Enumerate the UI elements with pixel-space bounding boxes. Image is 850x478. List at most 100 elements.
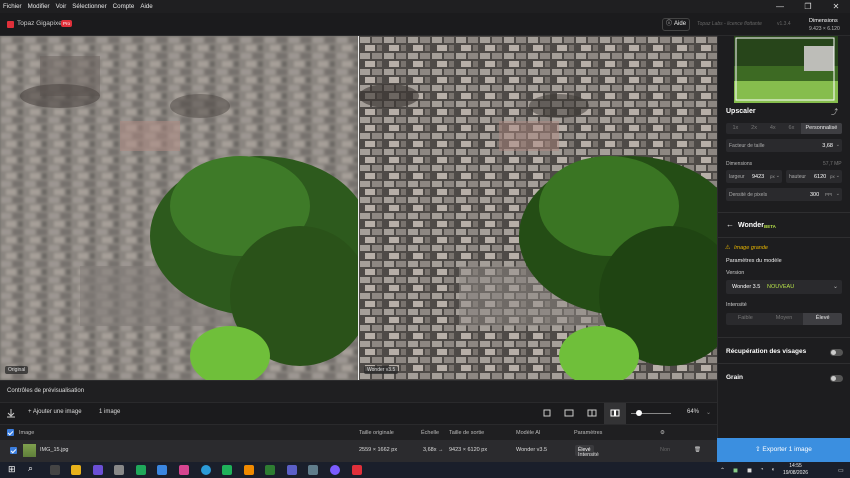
menu-voir[interactable]: Voir <box>53 3 70 10</box>
scale-option-4x[interactable]: 4x <box>763 123 782 134</box>
app-icon[interactable] <box>308 465 318 475</box>
single-view-icon[interactable] <box>564 408 574 418</box>
app-icon[interactable] <box>136 465 146 475</box>
close-button[interactable]: ✕ <box>822 0 850 13</box>
task-view-icon[interactable] <box>50 465 60 475</box>
topaz-gigapixel-icon[interactable] <box>352 465 362 475</box>
zoom-level[interactable]: 64% <box>687 409 699 415</box>
menu-modifier[interactable]: Modifier <box>25 3 53 10</box>
width-value: 9423 <box>752 173 765 180</box>
vlc-icon[interactable] <box>244 465 254 475</box>
teams-icon[interactable] <box>287 465 297 475</box>
zoom-dropdown-icon[interactable]: ⌄ <box>706 409 711 416</box>
pixel-density-field[interactable]: Densité de pixels 300 PPI ⌄ <box>726 188 842 201</box>
volume-icon[interactable]: ◖ <box>771 467 775 473</box>
search-icon[interactable]: ⌕ <box>28 463 38 473</box>
intensity-low[interactable]: Faible <box>726 313 765 325</box>
table-header: Image Taille originale Échelle Taille de… <box>0 424 717 440</box>
tray-app-icon[interactable]: ◼ <box>733 467 738 474</box>
import-icon[interactable] <box>6 408 16 418</box>
app-icon[interactable] <box>93 465 103 475</box>
side-by-side-view-button[interactable] <box>604 403 626 424</box>
info-icon: ⓘ <box>666 21 673 27</box>
navigator-image <box>734 36 838 103</box>
back-arrow-icon[interactable]: ← <box>726 220 734 229</box>
tray-chevron-icon[interactable]: ⌃ <box>720 467 725 474</box>
scale-option-6x[interactable]: 6x <box>782 123 801 134</box>
preview-toolbar: + Ajouter une image 1 image 64% ⌄ <box>0 402 717 424</box>
zoom-slider-handle[interactable] <box>636 410 642 416</box>
minimize-button[interactable]: — <box>766 0 794 13</box>
scale-factor-field[interactable]: Facteur de taille 3,68 ⌄ <box>726 139 842 152</box>
navigator-thumbnail[interactable] <box>734 36 838 103</box>
notifications-icon[interactable]: ▭ <box>838 467 844 474</box>
col-scale: Échelle <box>421 430 440 436</box>
grain-toggle[interactable] <box>830 375 843 382</box>
version-text: v1.3.4 <box>777 21 791 27</box>
row-original-size: 2559 × 1662 px <box>359 447 398 453</box>
row-extra: Non <box>660 447 671 453</box>
intensity-label: Intensité <box>726 302 747 308</box>
select-all-checkbox[interactable] <box>7 429 14 436</box>
scale-option-2x[interactable]: 2x <box>745 123 764 134</box>
settings-col-icon: ⚙ <box>660 430 665 436</box>
fit-screen-icon[interactable] <box>542 408 552 418</box>
app-icon[interactable] <box>222 465 232 475</box>
preview-area[interactable]: Original Wonder v3.5 <box>0 36 717 380</box>
scale-factor-stepper-icon[interactable]: ⌄ <box>836 142 840 148</box>
app-icon[interactable] <box>179 465 189 475</box>
network-icon[interactable]: ◔ <box>760 467 764 473</box>
height-field[interactable]: hauteur 6120 px ⌄ <box>786 170 842 183</box>
add-image-button[interactable]: + Ajouter une image <box>28 409 82 415</box>
help-button[interactable]: ⓘ Aide <box>662 18 690 31</box>
enhanced-label: Wonder v3.5 <box>364 366 399 374</box>
app-icon[interactable] <box>265 465 275 475</box>
menu-fichier[interactable]: Fichier <box>0 3 25 10</box>
face-recovery-toggle[interactable] <box>830 349 843 356</box>
row-checkbox[interactable] <box>10 447 17 454</box>
version-label: Version <box>726 270 745 276</box>
split-view-icon[interactable] <box>587 408 597 418</box>
table-row[interactable]: IMG_15.jpg 2559 × 1662 px 3,68x → 9423 ×… <box>0 440 717 462</box>
menu-compte[interactable]: Compte <box>110 3 138 10</box>
density-stepper-icon[interactable]: ⌄ <box>836 191 840 197</box>
width-stepper-icon[interactable]: ⌄ <box>776 173 780 179</box>
row-model: Wonder v3.5 <box>516 447 548 453</box>
scale-option-1x[interactable]: 1x <box>726 123 745 134</box>
edge-icon[interactable] <box>201 465 211 475</box>
clock-date: 19/08/2026 <box>783 470 809 476</box>
add-image-label: Ajouter une image <box>32 409 82 415</box>
clock[interactable]: 14:55 19/08/2026 <box>783 463 808 477</box>
intensity-high[interactable]: Élevé <box>803 313 842 325</box>
width-field[interactable]: largeur 9423 px ⌄ <box>726 170 782 183</box>
delete-icon[interactable]: 🗑 <box>694 447 701 453</box>
intensity-medium[interactable]: Moyen <box>765 313 804 325</box>
help-label: Aide <box>674 21 687 27</box>
row-output-size: 9423 × 6120 px <box>449 447 488 453</box>
enhanced-preview[interactable]: Wonder v3.5 <box>359 36 717 380</box>
title-bar: Topaz Gigapixel Pro ⓘ Aide Topaz Labs - l… <box>0 13 850 36</box>
app-icon[interactable] <box>157 465 167 475</box>
model-params-title: Paramètres du modèle <box>726 258 782 264</box>
warning-text: Image grande <box>734 245 768 251</box>
app-icon[interactable] <box>330 465 340 475</box>
menu-selectionner[interactable]: Sélectionner <box>69 3 109 10</box>
app-icon[interactable] <box>114 465 124 475</box>
maximize-button[interactable]: ❐ <box>794 0 822 13</box>
tray-app-icon[interactable]: ◼ <box>747 467 752 474</box>
file-explorer-icon[interactable] <box>71 465 81 475</box>
window-controls: — ❐ ✕ <box>766 0 850 13</box>
row-params-badge: Intensité Élevé <box>575 445 599 458</box>
upscaler-title: Upscaler <box>726 108 756 115</box>
windows-start-icon[interactable]: ⊞ <box>8 464 18 474</box>
version-select[interactable]: Wonder 3.5 NOUVEAU ⌄ <box>726 280 842 294</box>
col-params: Paramètres <box>574 430 603 436</box>
divider <box>718 337 850 338</box>
crop-icon[interactable]: ⤴ <box>831 107 838 117</box>
original-preview[interactable]: Original <box>0 36 358 380</box>
scale-option-custom[interactable]: Personnalisé <box>800 123 842 134</box>
export-button[interactable]: ⇪ Exporter 1 image <box>717 438 850 462</box>
height-stepper-icon[interactable]: ⌄ <box>836 173 840 179</box>
menu-aide[interactable]: Aide <box>137 3 155 10</box>
preview-controls-title[interactable]: Contrôles de prévisualisation <box>0 380 717 402</box>
